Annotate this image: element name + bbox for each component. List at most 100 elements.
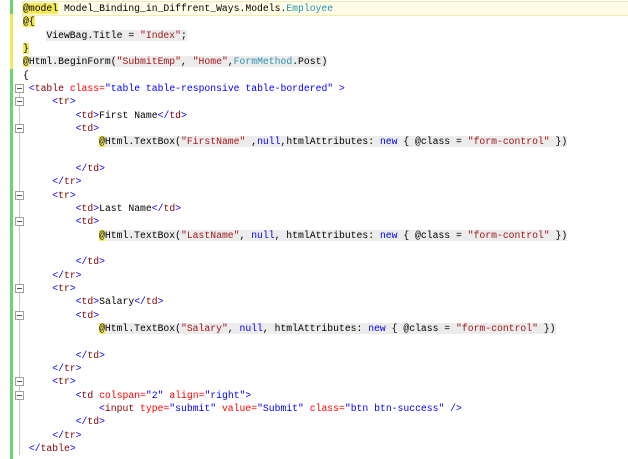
code-line[interactable]: }	[23, 42, 628, 55]
code-line[interactable]: @model Model_Binding_in_Diffrent_Ways.Mo…	[22, 0, 628, 17]
code-token: table	[40, 442, 70, 454]
code-token: />	[444, 402, 462, 414]
code-token: ,	[227, 322, 240, 334]
code-token: >	[99, 256, 105, 268]
code-token: >	[69, 96, 76, 108]
code-token: tr	[63, 269, 76, 281]
code-token: @model	[23, 3, 59, 14]
code-token: td	[81, 202, 94, 214]
code-token: })	[537, 322, 556, 334]
code-line[interactable]: </td>	[23, 415, 628, 428]
code-token: >	[93, 216, 100, 228]
code-token: "form-control"	[467, 229, 550, 241]
code-token: "Home"	[192, 56, 228, 68]
code-token: >	[99, 416, 105, 428]
code-token: td	[87, 256, 100, 268]
code-line[interactable]: <td>Salary</td>	[23, 295, 628, 308]
code-line[interactable]: @Html.TextBox("Salary", null, htmlAttrib…	[23, 322, 628, 335]
code-token: {	[23, 69, 29, 81]
code-line[interactable]: <td>	[23, 215, 628, 228]
code-token: })	[549, 229, 568, 241]
code-line[interactable]	[23, 335, 628, 348]
code-token: ;	[181, 29, 187, 41]
code-line[interactable]: <input type="submit" value="Submit" clas…	[23, 402, 628, 415]
code-token: null	[251, 229, 275, 241]
code-line[interactable]: ViewBag.Title = "Index";	[23, 29, 628, 42]
code-token: "Submit"	[257, 402, 304, 414]
code-area[interactable]: @model Model_Binding_in_Diffrent_Ways.Mo…	[22, 0, 628, 455]
code-token: >	[75, 429, 82, 441]
code-token: table	[34, 82, 64, 94]
code-line[interactable]: {	[23, 69, 628, 82]
code-line[interactable]: <td>	[23, 309, 628, 322]
code-line[interactable]: <td colspan="2" align="right">	[23, 389, 628, 402]
code-line[interactable]: @{	[23, 15, 628, 28]
outline-guide	[19, 87, 20, 455]
code-line[interactable]: </tr>	[23, 175, 628, 188]
code-line[interactable]	[23, 149, 628, 162]
code-line[interactable]: <td>	[23, 122, 628, 135]
code-token: td	[81, 109, 94, 121]
code-line[interactable]: <tr>	[23, 282, 628, 295]
code-token: "2"	[145, 389, 164, 401]
code-token: new	[368, 322, 386, 334]
code-token: td	[81, 309, 94, 321]
code-token: >	[75, 362, 82, 374]
code-token: tr	[58, 376, 70, 388]
code-token: </	[75, 256, 88, 268]
code-token: }	[23, 42, 29, 54]
code-line[interactable]: </tr>	[23, 269, 628, 282]
code-editor[interactable]: @model Model_Binding_in_Diffrent_Ways.Mo…	[0, 0, 628, 459]
code-line[interactable]: <tr>	[23, 95, 628, 108]
code-line[interactable]: </td>	[23, 349, 628, 362]
code-token: @{	[23, 16, 35, 28]
code-token: "submit"	[169, 402, 217, 414]
code-token: >	[99, 349, 105, 361]
code-token: .Post)	[292, 56, 328, 68]
unsaved-change-bar	[10, 14, 13, 69]
code-line[interactable]: <td>First Name</td>	[23, 109, 628, 122]
code-line[interactable]: </td>	[23, 162, 628, 175]
code-line[interactable]: </tr>	[23, 429, 628, 442]
code-token: value=	[216, 402, 258, 414]
code-token: td	[81, 389, 94, 401]
code-line[interactable]: @Html.BeginForm("SubmitEmp", "Home",Form…	[23, 55, 628, 68]
code-line[interactable]	[23, 242, 628, 255]
code-token: Html.BeginForm(	[28, 56, 117, 68]
code-line[interactable]: <tr>	[23, 189, 628, 202]
code-token: tr	[58, 282, 70, 294]
code-line[interactable]: @Html.TextBox("FirstName" ,null,htmlAttr…	[23, 135, 628, 148]
code-token: td	[87, 349, 100, 361]
code-token: ,	[227, 56, 234, 68]
code-token: "right"	[204, 389, 246, 401]
code-token: </	[28, 442, 41, 454]
code-line[interactable]: <table class="table table-responsive tab…	[23, 82, 628, 95]
code-token: "btn btn-success"	[344, 402, 445, 414]
code-line[interactable]: <tr>	[23, 375, 628, 388]
code-line[interactable]: </tr>	[23, 362, 628, 375]
code-token: td	[163, 202, 176, 214]
code-token: Html.TextBox(	[104, 322, 181, 334]
code-token: >	[93, 122, 100, 134]
code-token: >	[99, 162, 105, 174]
code-token: >	[69, 189, 76, 201]
code-line[interactable]: <td>Last Name</td>	[23, 202, 628, 215]
code-line[interactable]: </table>	[23, 442, 628, 455]
code-line[interactable]: </td>	[23, 255, 628, 268]
code-token: >	[69, 442, 76, 454]
code-line[interactable]: @Html.TextBox("LastName", null, htmlAttr…	[23, 229, 628, 242]
code-token: class=	[303, 402, 345, 414]
code-token: FormMethod	[233, 56, 293, 68]
code-token: null	[239, 322, 263, 334]
